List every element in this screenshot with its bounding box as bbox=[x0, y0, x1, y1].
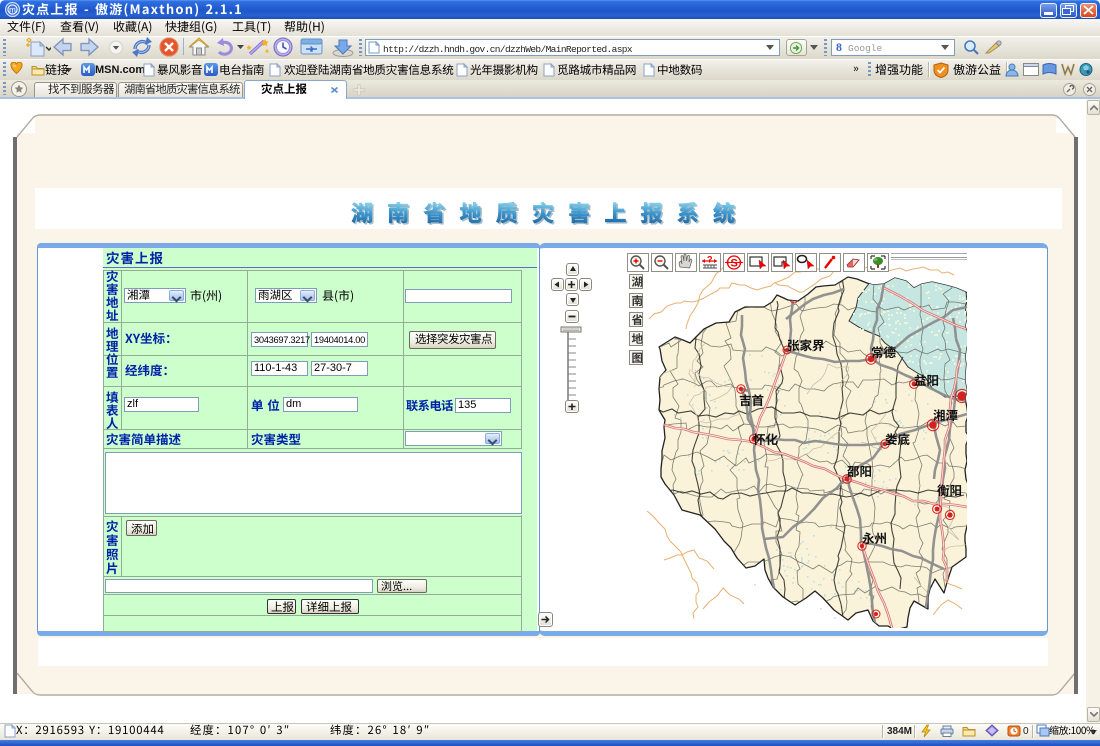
svg-text:S: S bbox=[731, 258, 738, 270]
svg-text:?: ? bbox=[707, 255, 713, 265]
svg-text:m: m bbox=[9, 6, 16, 15]
